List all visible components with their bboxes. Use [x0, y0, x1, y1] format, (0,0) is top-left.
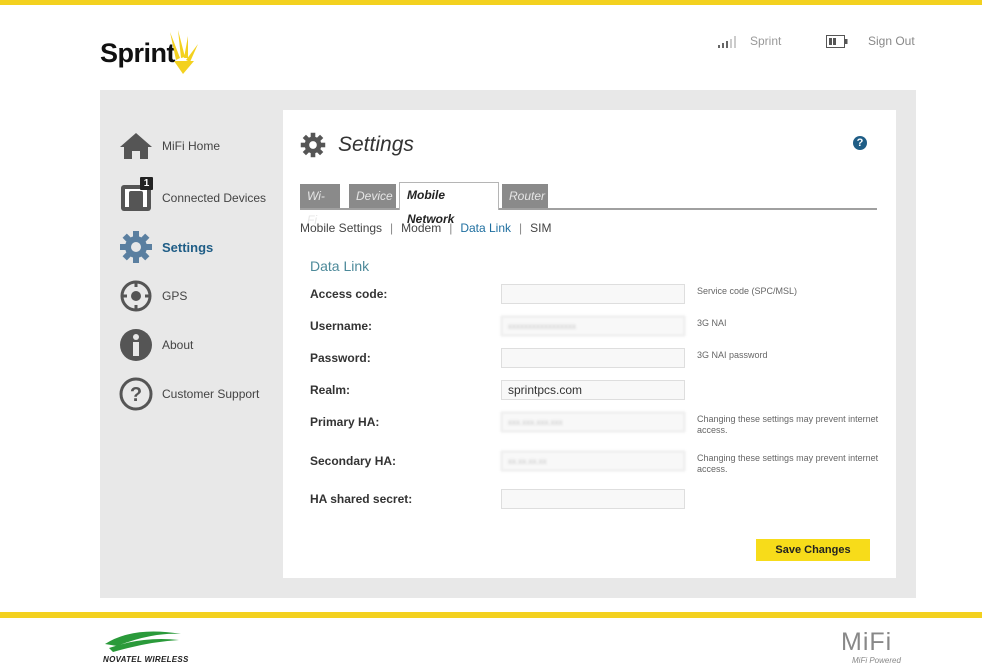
field-hint: Changing these settings may prevent inte…	[697, 453, 879, 474]
device-count-badge: 1	[140, 177, 153, 190]
battery-icon	[826, 35, 848, 48]
tab-router[interactable]: Router	[502, 184, 548, 208]
sidebar-item-label: MiFi Home	[162, 139, 221, 153]
sidebar-item-mifi-home[interactable]: MiFi Home	[118, 128, 220, 164]
tab-mobile-network[interactable]: Mobile Network	[399, 182, 499, 226]
sidebar-item-settings[interactable]: Settings	[118, 229, 213, 265]
svg-text:?: ?	[130, 384, 142, 406]
ha-shared-secret-field[interactable]	[501, 489, 685, 509]
field-label: Password:	[310, 351, 371, 365]
subtab-mobile-settings[interactable]: Mobile Settings	[300, 221, 382, 235]
help-icon[interactable]: ?	[853, 136, 867, 150]
tab-device[interactable]: Device	[349, 184, 396, 208]
primary-ha-field[interactable]	[501, 412, 685, 432]
section-title: Data Link	[310, 258, 370, 274]
info-icon	[118, 327, 154, 363]
settings-tabs: Wi-Fi Device Mobile Network Router	[300, 182, 877, 227]
brand-name: Sprint	[100, 38, 176, 68]
secondary-ha-field[interactable]	[501, 451, 685, 471]
devices-icon: 1	[118, 177, 154, 216]
subtab-modem[interactable]: Modem	[401, 221, 441, 235]
field-row-username: Username: 3G NAI	[310, 314, 880, 336]
field-row-ha-shared-secret: HA shared secret:	[310, 487, 880, 509]
subtab-separator: |	[449, 221, 453, 235]
settings-gear-icon	[300, 132, 326, 158]
panel-header: Settings	[300, 132, 414, 158]
page-title: Settings	[338, 133, 414, 156]
subtab-separator: |	[519, 221, 523, 235]
gps-icon	[118, 278, 154, 314]
settings-panel: Settings ? Wi-Fi Device Mobile Network R…	[283, 110, 896, 578]
username-field[interactable]	[501, 316, 685, 336]
field-label: Realm:	[310, 383, 351, 397]
field-label: Primary HA:	[310, 415, 380, 429]
field-hint: Service code (SPC/MSL)	[697, 286, 798, 296]
realm-field[interactable]	[501, 380, 685, 400]
save-changes-button[interactable]: Save Changes	[756, 539, 870, 561]
subtab-nav: Mobile Settings | Modem | Data Link | SI…	[300, 221, 551, 235]
question-icon: ?	[118, 376, 154, 412]
novatel-logo-icon	[105, 631, 181, 652]
sidebar-item-customer-support[interactable]: ? Customer Support	[118, 376, 259, 412]
subtab-separator: |	[390, 221, 394, 235]
sidebar-item-label: Settings	[162, 239, 214, 255]
sidebar-item-about[interactable]: About	[118, 327, 193, 363]
signal-strength-icon	[718, 36, 736, 48]
main-frame: MiFi Home 1 Connected Devices Settings G…	[100, 90, 916, 598]
sidebar-item-gps[interactable]: GPS	[118, 278, 187, 314]
field-row-access-code: Access code: Service code (SPC/MSL)	[310, 282, 880, 304]
sign-out-link[interactable]: Sign Out	[868, 34, 915, 48]
subtab-data-link[interactable]: Data Link	[460, 221, 511, 235]
tab-wifi[interactable]: Wi-Fi	[300, 184, 340, 227]
sidebar-item-label: Customer Support	[162, 387, 260, 401]
mifi-logo: MiFi	[841, 628, 893, 656]
carrier-name: Sprint	[750, 34, 782, 48]
sidebar-nav: MiFi Home 1 Connected Devices Settings G…	[100, 90, 283, 598]
field-hint: Changing these settings may prevent inte…	[697, 414, 879, 435]
field-row-realm: Realm:	[310, 378, 880, 400]
bottom-accent-bar	[0, 612, 982, 618]
field-hint: 3G NAI	[697, 318, 727, 328]
field-label: Secondary HA:	[310, 454, 397, 468]
sidebar-item-label: Connected Devices	[162, 191, 267, 205]
sidebar-item-label: About	[162, 338, 194, 352]
home-icon	[118, 128, 154, 164]
access-code-field[interactable]	[501, 284, 685, 304]
top-accent-bar	[0, 0, 982, 5]
password-field[interactable]	[501, 348, 685, 368]
field-label: Username:	[310, 319, 373, 333]
field-row-password: Password: 3G NAI password	[310, 346, 880, 368]
field-label: Access code:	[310, 287, 388, 301]
sidebar-item-label: GPS	[162, 289, 188, 303]
subtab-sim[interactable]: SIM	[530, 221, 551, 235]
field-hint: 3G NAI password	[697, 350, 768, 360]
sidebar-item-connected-devices[interactable]: 1 Connected Devices	[118, 177, 267, 216]
novatel-brand-text: NOVATEL WIRELESS	[103, 655, 189, 664]
gear-icon	[118, 229, 154, 265]
mifi-powered-text: MiFi Powered	[852, 656, 901, 665]
field-row-secondary-ha: Secondary HA: Changing these settings ma…	[310, 449, 880, 474]
field-row-primary-ha: Primary HA: Changing these settings may …	[310, 410, 880, 435]
field-label: HA shared secret:	[310, 492, 413, 506]
sprint-burst-icon	[170, 30, 198, 74]
